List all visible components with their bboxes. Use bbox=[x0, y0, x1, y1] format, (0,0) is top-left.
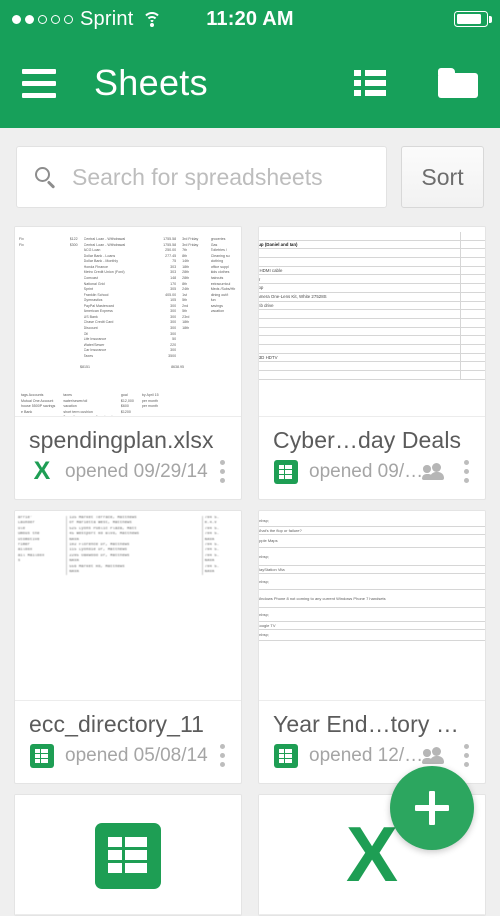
carrier-label: Sprint bbox=[80, 7, 134, 30]
create-new-button[interactable] bbox=[390, 766, 474, 850]
file-thumbnail[interactable]: Fix Fix $122 $300 Central Loan - Withdrawal C… bbox=[15, 227, 241, 417]
list-view-icon[interactable] bbox=[354, 70, 386, 96]
signal-strength-icon bbox=[12, 14, 73, 24]
status-bar-right bbox=[454, 11, 492, 27]
file-name: ecc_directory_11 bbox=[29, 711, 205, 737]
shared-people-icon bbox=[422, 747, 448, 764]
file-meta: ecc_directory_11opened 05/08/14 bbox=[15, 701, 241, 783]
file-name: Year End…tory Lists bbox=[273, 711, 471, 737]
file-thumbnail[interactable]: arrie' Launder ule umbus the utomotive rimer a… bbox=[15, 511, 241, 701]
search-row: Sort bbox=[0, 128, 500, 226]
file-opened-date: opened 05/08/14 bbox=[65, 744, 208, 766]
kebab-menu-icon[interactable] bbox=[462, 742, 471, 769]
folder-icon[interactable] bbox=[438, 68, 478, 98]
file-card[interactable]: &nbsp;What's the flop or failure?WApple … bbox=[258, 510, 486, 784]
hamburger-menu-icon[interactable] bbox=[22, 68, 56, 98]
kebab-menu-icon[interactable] bbox=[218, 742, 227, 769]
page-title: Sheets bbox=[94, 62, 208, 103]
shared-people-icon bbox=[422, 463, 448, 480]
file-meta: Cyber…day Deals opened 09/… bbox=[259, 417, 485, 499]
file-name: spendingplan.xlsx bbox=[29, 427, 214, 453]
kebab-menu-icon[interactable] bbox=[462, 458, 471, 485]
google-sheets-icon bbox=[95, 823, 161, 889]
plus-icon bbox=[415, 791, 449, 825]
search-icon bbox=[35, 166, 56, 189]
file-type-icon bbox=[273, 459, 299, 485]
file-thumbnail[interactable] bbox=[15, 795, 241, 915]
file-opened-date: opened 09/29/14 bbox=[65, 460, 208, 482]
file-opened-date: opened 09/… bbox=[309, 460, 422, 482]
file-meta: spendingplan.xlsx Xopened 09/29/14 bbox=[15, 417, 241, 499]
file-card[interactable]: nd Modelct roundup (Daniel and Ian)rt 10… bbox=[258, 226, 486, 500]
status-bar: Sprint 11:20 AM bbox=[0, 0, 500, 38]
battery-icon bbox=[454, 11, 492, 27]
wifi-icon bbox=[142, 11, 162, 27]
google-sheets-icon bbox=[274, 743, 298, 768]
file-opened-date: opened 12/… bbox=[309, 744, 422, 766]
file-type-icon bbox=[29, 743, 55, 769]
file-type-icon: X bbox=[29, 459, 55, 485]
excel-x-icon: X bbox=[33, 457, 51, 485]
file-card[interactable]: arrie' Launder ule umbus the utomotive rimer a… bbox=[14, 510, 242, 784]
search-input[interactable] bbox=[72, 163, 368, 191]
app-bar: Sheets bbox=[0, 38, 500, 128]
app-bar-actions bbox=[354, 68, 478, 98]
kebab-menu-icon[interactable] bbox=[218, 458, 227, 485]
status-bar-left: Sprint bbox=[12, 8, 162, 31]
file-name: Cyber…day Deals bbox=[273, 427, 462, 453]
file-thumbnail[interactable]: nd Modelct roundup (Daniel and Ian)rt 10… bbox=[259, 227, 485, 417]
excel-x-icon: X bbox=[345, 810, 399, 898]
file-thumbnail[interactable]: &nbsp;What's the flop or failure?WApple … bbox=[259, 511, 485, 701]
search-box[interactable] bbox=[16, 146, 387, 208]
google-sheets-icon bbox=[30, 743, 54, 768]
file-card[interactable] bbox=[14, 794, 242, 916]
google-sheets-icon bbox=[274, 459, 298, 484]
file-card[interactable]: Fix Fix $122 $300 Central Loan - Withdrawal C… bbox=[14, 226, 242, 500]
sort-button[interactable]: Sort bbox=[401, 146, 484, 208]
file-type-icon bbox=[273, 743, 299, 769]
